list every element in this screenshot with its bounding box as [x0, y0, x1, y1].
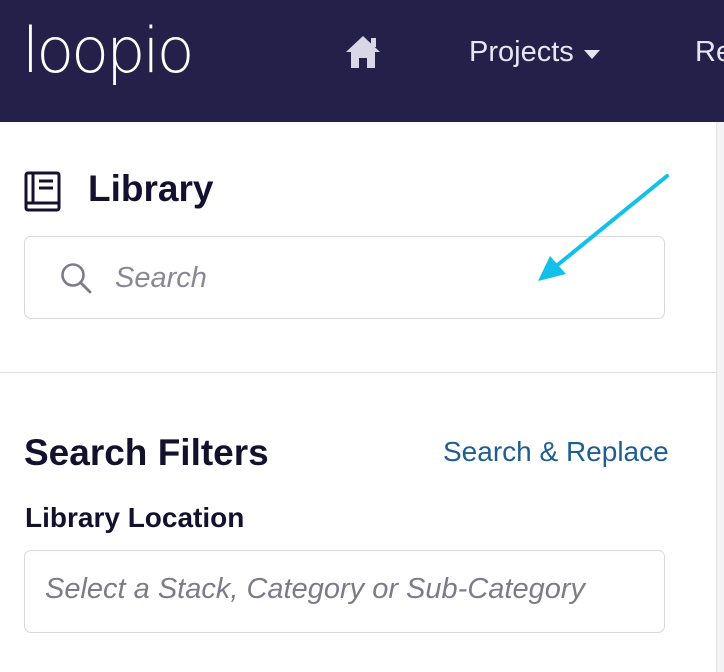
library-location-label: Library Location [25, 502, 245, 533]
top-nav-bar: loopio Projects Re [0, 0, 724, 122]
nav-item-truncated[interactable]: Re [695, 36, 724, 69]
projects-label: Projects [469, 36, 574, 68]
search-icon [61, 263, 92, 294]
book-icon [24, 171, 61, 212]
page-title: Library [88, 168, 214, 209]
projects-menu[interactable]: Projects [469, 36, 600, 69]
chevron-down-icon [583, 50, 600, 59]
library-location-placeholder: Select a Stack, Category or Sub-Category [45, 573, 585, 605]
scrollbar[interactable] [716, 122, 724, 672]
search-replace-link[interactable]: Search & Replace [443, 436, 669, 468]
home-icon[interactable] [344, 34, 382, 70]
annotation-arrow-icon [538, 174, 669, 281]
section-divider [0, 372, 716, 373]
library-location-select[interactable]: Select a Stack, Category or Sub-Category [24, 550, 665, 633]
loopio-logo[interactable]: loopio [22, 8, 195, 94]
search-filters-heading: Search Filters [24, 432, 269, 473]
